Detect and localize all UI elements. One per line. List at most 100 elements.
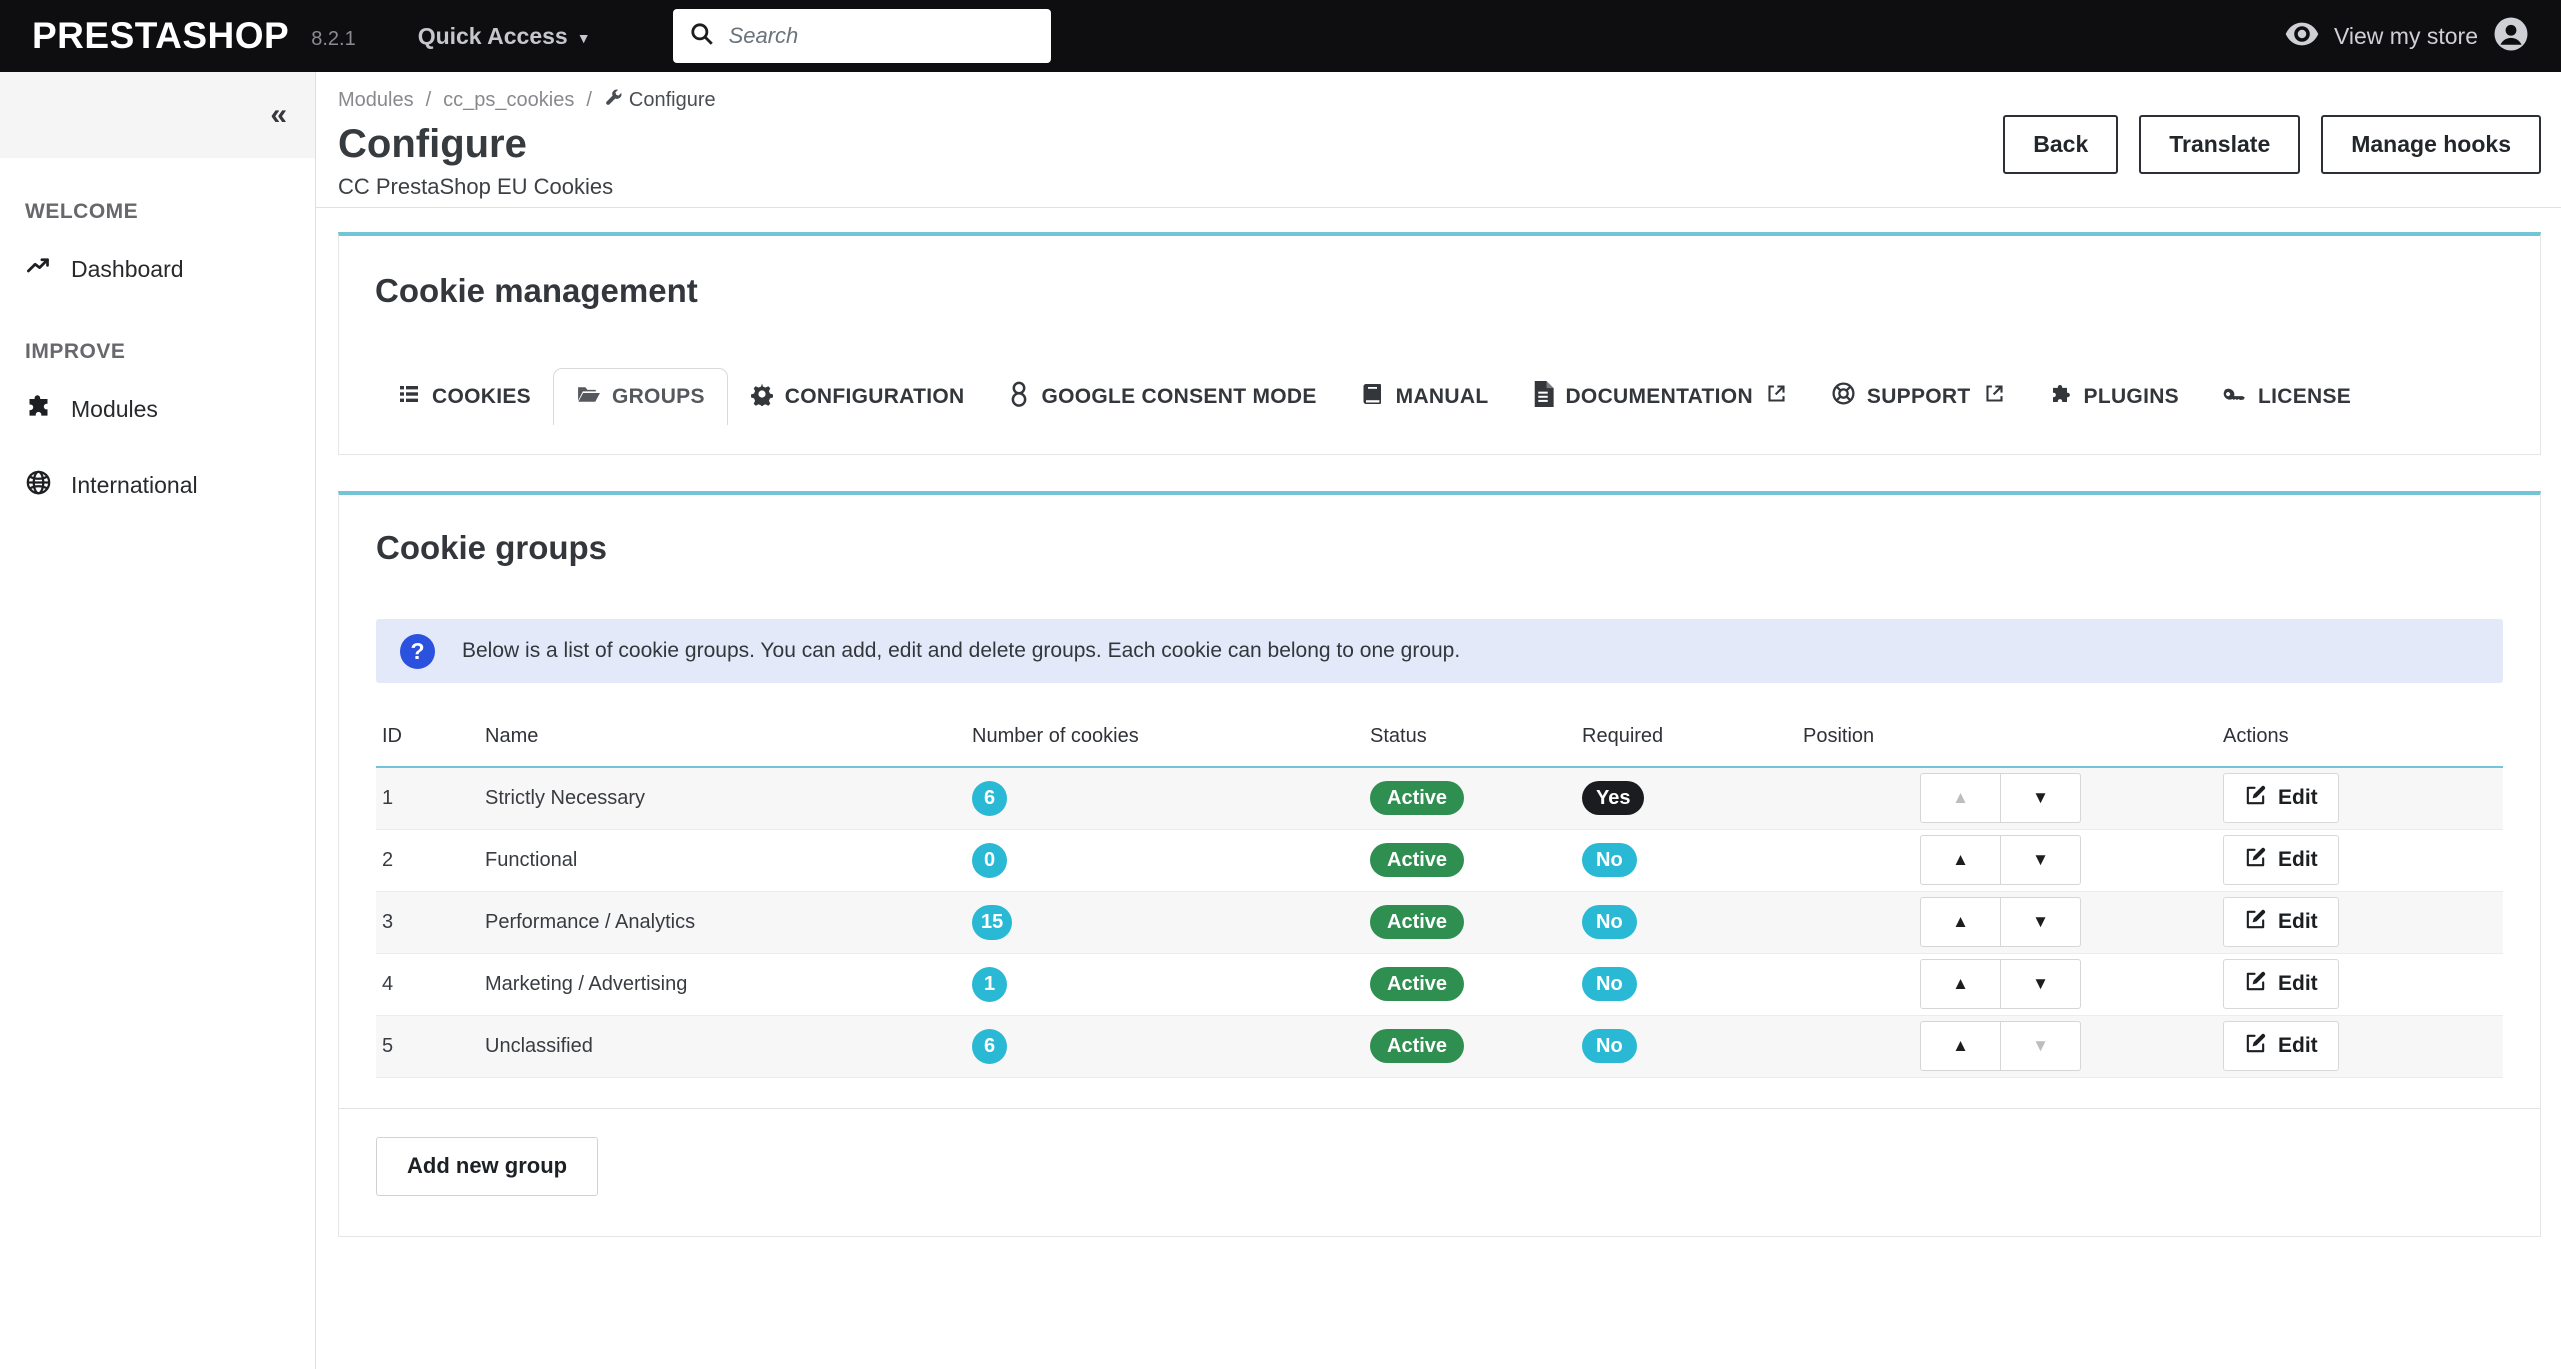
trending-up-icon: [25, 253, 52, 286]
cell-position: ▲ ▼: [1797, 891, 2217, 954]
cell-id: 4: [376, 953, 479, 1016]
breadcrumb-modules[interactable]: Modules: [338, 89, 414, 112]
cell-position: ▲ ▼: [1797, 767, 2217, 830]
table-row: 2 Functional 0 Active No ▲ ▼ Edit: [376, 829, 2503, 892]
move-up-button[interactable]: ▲: [1920, 959, 2001, 1009]
status-badge: Active: [1370, 967, 1465, 1001]
cookie-groups-table: ID Name Number of cookies Status Require…: [376, 725, 2503, 1078]
edit-icon: [2244, 970, 2267, 999]
tab-license[interactable]: LICENSE: [2201, 368, 2373, 425]
sidebar-item-label: Dashboard: [71, 255, 184, 282]
globe-icon: [25, 469, 52, 502]
search-input[interactable]: [728, 23, 1035, 49]
col-header-id: ID: [376, 725, 479, 768]
cell-actions: Edit: [2217, 953, 2503, 1016]
collapse-sidebar-icon[interactable]: «: [270, 100, 287, 130]
search-box[interactable]: [672, 9, 1051, 63]
cell-status: Active: [1364, 767, 1576, 830]
table-row: 3 Performance / Analytics 15 Active No ▲…: [376, 891, 2503, 954]
quick-access-label: Quick Access: [417, 22, 568, 49]
breadcrumb-module-name[interactable]: cc_ps_cookies: [443, 89, 574, 112]
external-link-icon: [1766, 383, 1787, 410]
breadcrumb-current: Configure: [604, 88, 716, 113]
cookie-count-badge: 6: [972, 1028, 1007, 1064]
manage-hooks-button[interactable]: Manage hooks: [2321, 115, 2541, 174]
edit-icon: [2244, 846, 2267, 875]
col-header-status: Status: [1364, 725, 1576, 768]
quick-access-menu[interactable]: Quick Access ▼: [418, 23, 591, 50]
cookie-groups-panel: Cookie groups ? Below is a list of cooki…: [338, 491, 2541, 1237]
tab-google-consent-mode[interactable]: GOOGLE CONSENT MODE: [986, 368, 1338, 425]
edit-button[interactable]: Edit: [2223, 1021, 2339, 1071]
cell-status: Active: [1364, 953, 1576, 1016]
move-up-button[interactable]: ▲: [1920, 897, 2001, 947]
cell-cookie-count: 6: [966, 767, 1364, 830]
breadcrumb: Modules / cc_ps_cookies / Configure: [338, 88, 2541, 113]
cookie-management-panel: Cookie management COOKIES GROUPS CONFIGU…: [338, 232, 2541, 455]
key-icon: [2223, 382, 2247, 412]
move-up-button[interactable]: ▲: [1920, 835, 2001, 885]
move-down-button[interactable]: ▼: [2000, 897, 2081, 947]
tab-support[interactable]: SUPPORT: [1809, 368, 2027, 425]
panel-title: Cookie groups: [376, 529, 608, 566]
sidebar-item-label: Modules: [71, 395, 158, 422]
sidebar-item-label: International: [71, 471, 198, 498]
required-badge: Yes: [1582, 781, 1645, 816]
move-up-button[interactable]: ▲: [1920, 773, 2001, 824]
required-badge: No: [1582, 843, 1637, 877]
cell-name: Unclassified: [479, 1015, 966, 1078]
cell-name: Performance / Analytics: [479, 891, 966, 954]
translate-button[interactable]: Translate: [2139, 115, 2301, 174]
cell-required: No: [1576, 1015, 1797, 1078]
tab-plugins[interactable]: PLUGINS: [2027, 368, 2201, 425]
gear-icon: [750, 382, 774, 412]
edit-button[interactable]: Edit: [2223, 959, 2339, 1009]
move-down-button[interactable]: ▼: [2000, 959, 2081, 1009]
add-new-group-button[interactable]: Add new group: [376, 1136, 599, 1196]
cookie-count-badge: 15: [972, 904, 1013, 940]
view-my-store-link[interactable]: View my store: [2334, 23, 2478, 50]
cell-actions: Edit: [2217, 767, 2503, 830]
page-header: Modules / cc_ps_cookies / Configure Conf…: [316, 72, 2561, 208]
col-header-actions: Actions: [2217, 725, 2503, 768]
required-badge: No: [1582, 967, 1637, 1001]
edit-icon: [2244, 908, 2267, 937]
tab-documentation[interactable]: DOCUMENTATION: [1510, 368, 1808, 425]
back-button[interactable]: Back: [2003, 115, 2119, 174]
tab-configuration[interactable]: CONFIGURATION: [728, 368, 987, 425]
external-link-icon: [1984, 383, 2005, 410]
move-down-button[interactable]: ▼: [2000, 835, 2081, 885]
eye-icon: [2285, 22, 2319, 51]
tab-groups[interactable]: GROUPS: [552, 368, 728, 425]
tab-cookies[interactable]: COOKIES: [375, 368, 553, 425]
tab-manual[interactable]: MANUAL: [1339, 368, 1511, 425]
cell-position: ▲ ▼: [1797, 829, 2217, 892]
puzzle-icon: [25, 393, 52, 426]
required-badge: No: [1582, 1029, 1637, 1063]
cell-id: 5: [376, 1015, 479, 1078]
cell-position: ▲ ▼: [1797, 953, 2217, 1016]
move-down-button[interactable]: ▼: [2000, 1021, 2081, 1071]
life-ring-icon: [1831, 381, 1856, 412]
wrench-icon: [604, 88, 623, 113]
avatar-icon[interactable]: [2493, 16, 2529, 57]
edit-button[interactable]: Edit: [2223, 835, 2339, 885]
sidebar-item-dashboard[interactable]: Dashboard: [25, 238, 315, 300]
cell-actions: Edit: [2217, 1015, 2503, 1078]
sidebar-item-international[interactable]: International: [25, 454, 315, 516]
sidebar-section-improve: IMPROVE: [25, 340, 126, 363]
move-up-button[interactable]: ▲: [1920, 1021, 2001, 1071]
move-down-button[interactable]: ▼: [2000, 773, 2081, 824]
edit-button[interactable]: Edit: [2223, 897, 2339, 947]
chevron-down-icon: ▼: [576, 29, 591, 46]
col-header-cookies: Number of cookies: [966, 725, 1364, 768]
sidebar-item-modules[interactable]: Modules: [25, 378, 315, 440]
question-circle-icon: ?: [400, 633, 435, 669]
cell-position: ▲ ▼: [1797, 1015, 2217, 1078]
col-header-required: Required: [1576, 725, 1797, 768]
col-header-position: Position: [1797, 725, 2217, 768]
cell-id: 3: [376, 891, 479, 954]
edit-button[interactable]: Edit: [2223, 773, 2339, 824]
status-badge: Active: [1370, 1029, 1465, 1063]
cell-cookie-count: 0: [966, 829, 1364, 892]
